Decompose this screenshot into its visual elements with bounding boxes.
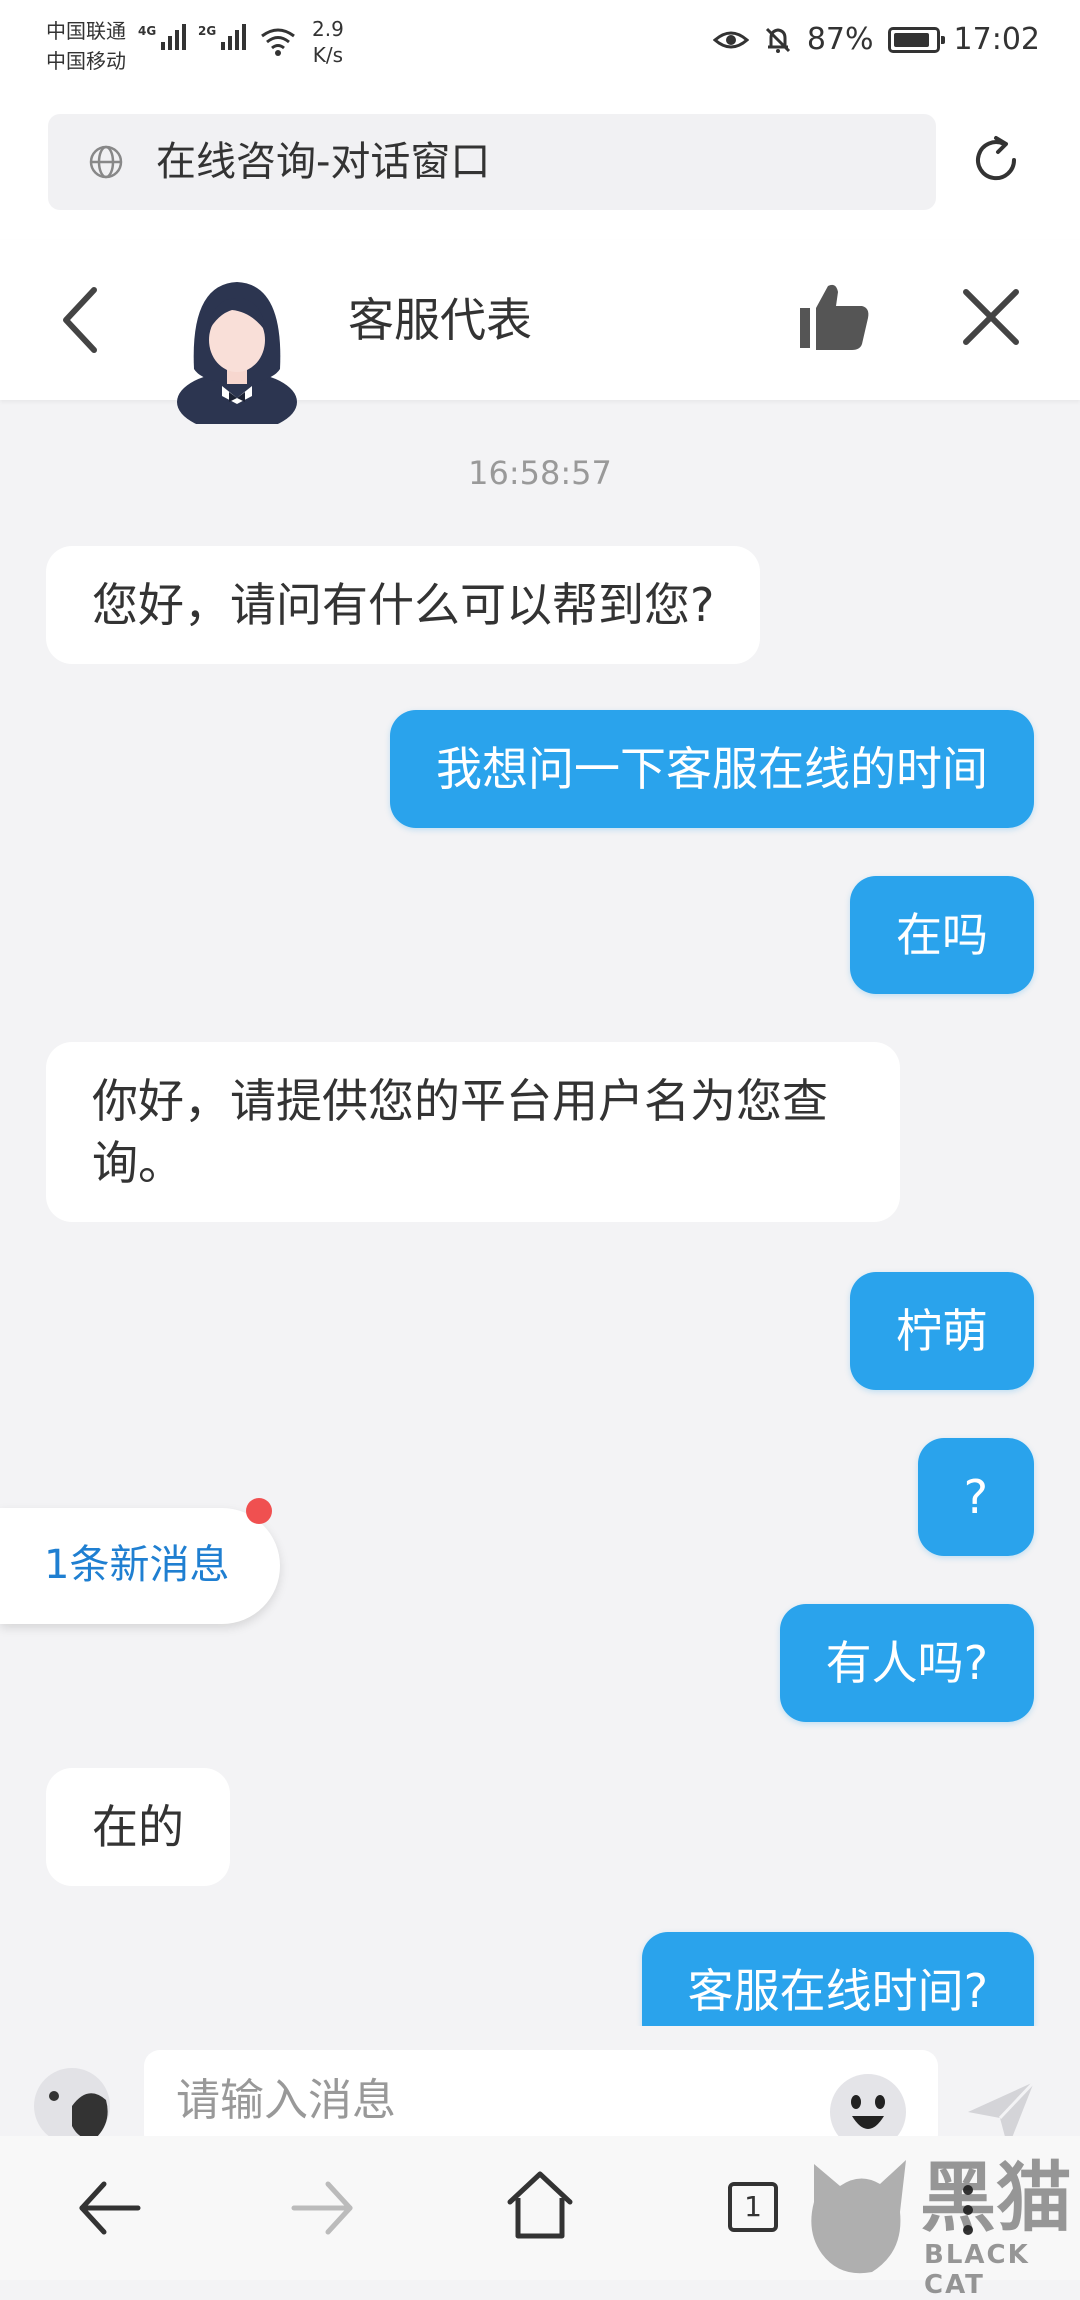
message-bubble-user: ? <box>917 1438 1034 1556</box>
emoji-icon[interactable] <box>828 2072 908 2136</box>
input-placeholder: 请输入消息 <box>176 2075 396 2126</box>
network-type-2: 2G <box>198 24 217 38</box>
status-bar: 中国联通 中国移动 4G 2G 2.9 K/s 87% 17:02 <box>0 0 1080 100</box>
message-bubble-agent: 你好，请提供您的平台用户名为您查询。 <box>46 1042 900 1222</box>
input-bar: 请输入消息 <box>0 2026 1080 2136</box>
message-bubble-user: 客服在线时间? <box>641 1932 1034 2026</box>
agent-name: 客服代表 <box>348 293 532 347</box>
reload-icon[interactable] <box>966 130 1026 190</box>
carrier-2: 中国移动 <box>46 49 126 73</box>
battery-percent: 87% <box>806 22 874 57</box>
send-icon[interactable] <box>964 2076 1040 2136</box>
message-input[interactable]: 请输入消息 <box>144 2050 938 2136</box>
message-bubble-user: 柠萌 <box>850 1272 1034 1390</box>
message-bubble-user: 在吗 <box>850 876 1034 994</box>
chat-area[interactable]: 16:58:57 您好，请问有什么可以帮到您? 我想问一下客服在线的时间 在吗 … <box>0 400 1080 2026</box>
message-bubble-agent: 在的 <box>46 1768 230 1886</box>
mute-bell-icon <box>765 27 790 53</box>
carrier-1: 中国联通 <box>46 19 126 43</box>
notification-dot <box>246 1498 272 1524</box>
signal-icon: 4G <box>138 24 187 50</box>
service-logo-icon[interactable] <box>32 2066 112 2136</box>
signal-icon: 2G <box>198 24 247 50</box>
globe-icon <box>89 145 123 179</box>
thumbs-up-icon[interactable] <box>796 278 872 354</box>
browser-toolbar: 在线咨询-对话窗口 <box>0 100 1080 240</box>
chat-header: 客服代表 <box>0 240 1080 424</box>
page-title: 在线咨询-对话窗口 <box>156 139 491 185</box>
tabs-button[interactable]: 1 <box>728 2182 778 2232</box>
new-message-button[interactable]: 1条新消息 <box>0 1508 280 1624</box>
nav-back-icon[interactable] <box>74 2176 144 2240</box>
nav-forward-icon[interactable] <box>288 2176 358 2240</box>
network-speed: 2.9 K/s <box>312 16 344 68</box>
chat-timestamp: 16:58:57 <box>468 454 612 492</box>
carrier-info: 中国联通 中国移动 <box>46 16 126 76</box>
network-type-1: 4G <box>138 24 157 38</box>
address-bar[interactable]: 在线咨询-对话窗口 <box>48 114 936 210</box>
clock: 17:02 <box>953 22 1040 57</box>
eye-icon <box>712 31 749 48</box>
status-right: 87% 17:02 <box>712 22 1040 57</box>
battery-icon <box>887 26 945 53</box>
home-icon[interactable] <box>504 2168 576 2242</box>
speed-value: 2.9 <box>312 17 344 41</box>
speed-unit: K/s <box>312 43 344 67</box>
new-message-label: 1条新消息 <box>44 1542 230 1588</box>
back-icon[interactable] <box>52 282 112 358</box>
watermark-subtext: BLACK CAT <box>924 2240 1030 2300</box>
message-bubble-user: 我想问一下客服在线的时间 <box>390 710 1034 828</box>
message-bubble-agent: 您好，请问有什么可以帮到您? <box>46 546 761 664</box>
message-bubble-user: 有人吗? <box>779 1604 1034 1722</box>
close-icon[interactable] <box>958 284 1024 350</box>
watermark-text: 黑猫 <box>920 2153 1072 2242</box>
wifi-icon <box>261 28 295 56</box>
